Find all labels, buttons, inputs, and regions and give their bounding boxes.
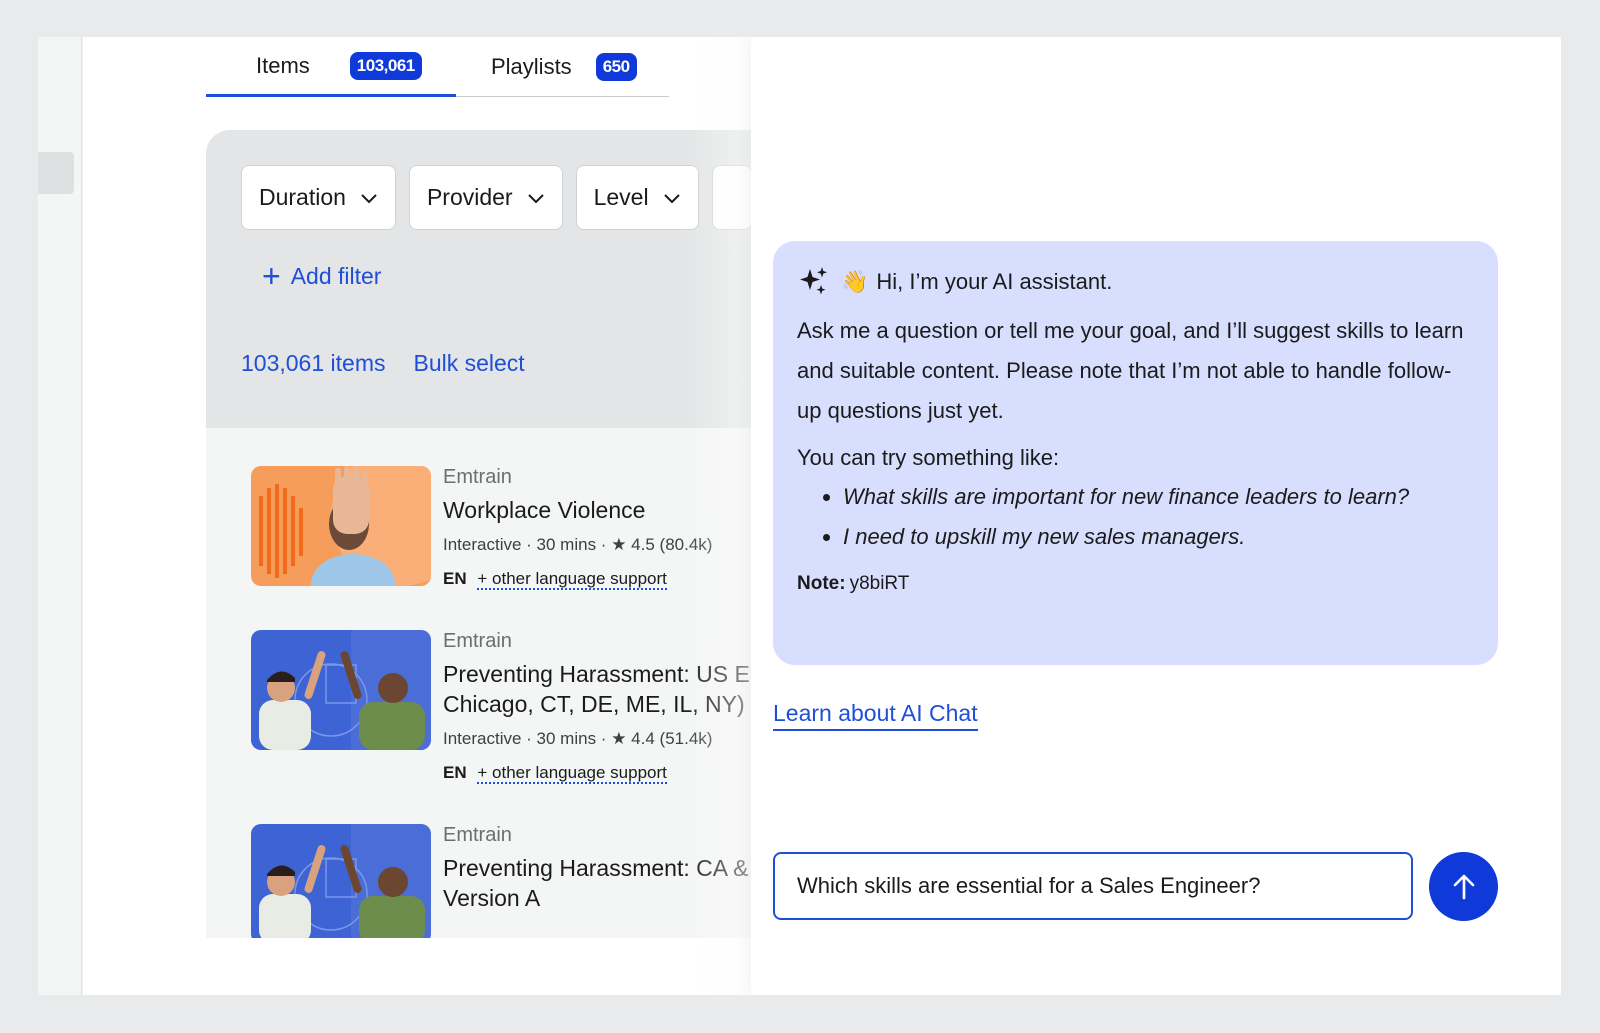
- add-filter-button[interactable]: + Add filter: [262, 260, 381, 292]
- chevron-down-icon: [527, 193, 544, 203]
- plus-icon: +: [262, 258, 281, 294]
- course-details: Interactive · 30 mins · ★ 4.5 (80.4k): [443, 535, 712, 555]
- filter-duration[interactable]: Duration: [241, 165, 396, 230]
- chevron-down-icon: [663, 193, 680, 203]
- course-language: EN + other language support: [443, 569, 712, 590]
- language-code: EN: [443, 763, 467, 782]
- ai-note-label: Note:: [797, 573, 846, 594]
- course-duration: 30 mins: [536, 729, 597, 748]
- panel-fade: [683, 37, 751, 995]
- tab-items[interactable]: Items 103,061: [206, 37, 456, 97]
- course-meta: Emtrain Workplace Violence Interactive ·…: [443, 466, 712, 590]
- list-item[interactable]: Emtrain Preventing Harassment: US E Chic…: [251, 630, 751, 784]
- filter-panel: Duration Provider Level + Add filter 103…: [206, 130, 751, 428]
- ai-example-prompt: I need to upskill my new sales managers.: [843, 517, 1474, 557]
- ai-chat-panel: 👋 Hi, I’m your AI assistant. Ask me a qu…: [751, 37, 1561, 995]
- ai-intro-text: Ask me a question or tell me your goal, …: [797, 318, 1464, 423]
- arrow-up-icon: [1453, 874, 1474, 899]
- filter-row: Duration Provider Level: [241, 165, 751, 230]
- playlists-count-badge: 650: [595, 53, 637, 81]
- app-frame: Items 103,061 Playlists 650 Duration Pro…: [38, 37, 1561, 995]
- chevron-down-icon: [361, 193, 377, 203]
- catalog-panel: Items 103,061 Playlists 650 Duration Pro…: [83, 37, 751, 995]
- star-icon: ★: [611, 535, 627, 554]
- tab-items-label: Items: [256, 52, 310, 78]
- course-thumbnail: [251, 630, 431, 750]
- course-provider: Emtrain: [443, 466, 512, 488]
- add-filter-label: Add filter: [290, 262, 382, 289]
- sparkle-icon: [800, 267, 827, 295]
- rail-toggle[interactable]: [38, 152, 74, 194]
- filter-level[interactable]: Level: [575, 165, 699, 230]
- ai-greeting: Hi, I’m your AI assistant.: [876, 269, 1113, 294]
- items-count-badge: 103,061: [349, 51, 422, 80]
- language-code: EN: [443, 569, 467, 588]
- ai-example-list: What skills are important for new financ…: [797, 477, 1474, 557]
- ai-note: Note: y8biRT: [797, 573, 1474, 595]
- send-button[interactable]: [1429, 852, 1498, 921]
- filter-level-label: Level: [593, 184, 649, 210]
- tab-playlists[interactable]: Playlists 650: [456, 37, 669, 97]
- filter-provider-label: Provider: [426, 184, 513, 210]
- waving-hand-icon: 👋: [841, 269, 869, 294]
- filter-provider[interactable]: Provider: [408, 165, 563, 230]
- filter-duration-label: Duration: [259, 184, 346, 210]
- course-thumbnail: [251, 824, 431, 938]
- ai-try-label: You can try something like:: [797, 445, 1060, 470]
- bulk-select-link[interactable]: Bulk select: [413, 350, 524, 377]
- learn-about-ai-chat-link[interactable]: Learn about AI Chat: [773, 700, 978, 731]
- other-language-link[interactable]: + other language support: [477, 763, 667, 784]
- chat-input[interactable]: [773, 852, 1413, 920]
- other-language-link[interactable]: + other language support: [477, 569, 667, 590]
- tab-playlists-label: Playlists: [491, 54, 572, 79]
- course-type: Interactive: [443, 729, 522, 748]
- course-rating: 4.5: [631, 535, 655, 554]
- tab-bar: Items 103,061 Playlists 650: [206, 37, 669, 97]
- left-rail: [38, 37, 82, 995]
- course-list: Emtrain Workplace Violence Interactive ·…: [206, 428, 751, 938]
- star-icon: ★: [611, 729, 627, 748]
- course-duration: 30 mins: [536, 535, 597, 554]
- results-bar: 103,061 items Bulk select: [241, 350, 525, 377]
- results-count: 103,061 items: [241, 350, 386, 376]
- course-thumbnail: [251, 466, 431, 586]
- course-rating: 4.4: [631, 729, 655, 748]
- list-item[interactable]: Emtrain Preventing Harassment: CA & Vers…: [251, 824, 749, 938]
- ai-greeting-row: 👋 Hi, I’m your AI assistant.: [797, 263, 1474, 301]
- course-title[interactable]: Workplace Violence: [443, 495, 712, 525]
- ai-message-bubble: 👋 Hi, I’m your AI assistant. Ask me a qu…: [773, 241, 1498, 665]
- course-type: Interactive: [443, 535, 522, 554]
- ai-note-value: y8biRT: [849, 573, 910, 594]
- ai-example-prompt: What skills are important for new financ…: [843, 477, 1474, 517]
- list-item[interactable]: Emtrain Workplace Violence Interactive ·…: [251, 466, 712, 590]
